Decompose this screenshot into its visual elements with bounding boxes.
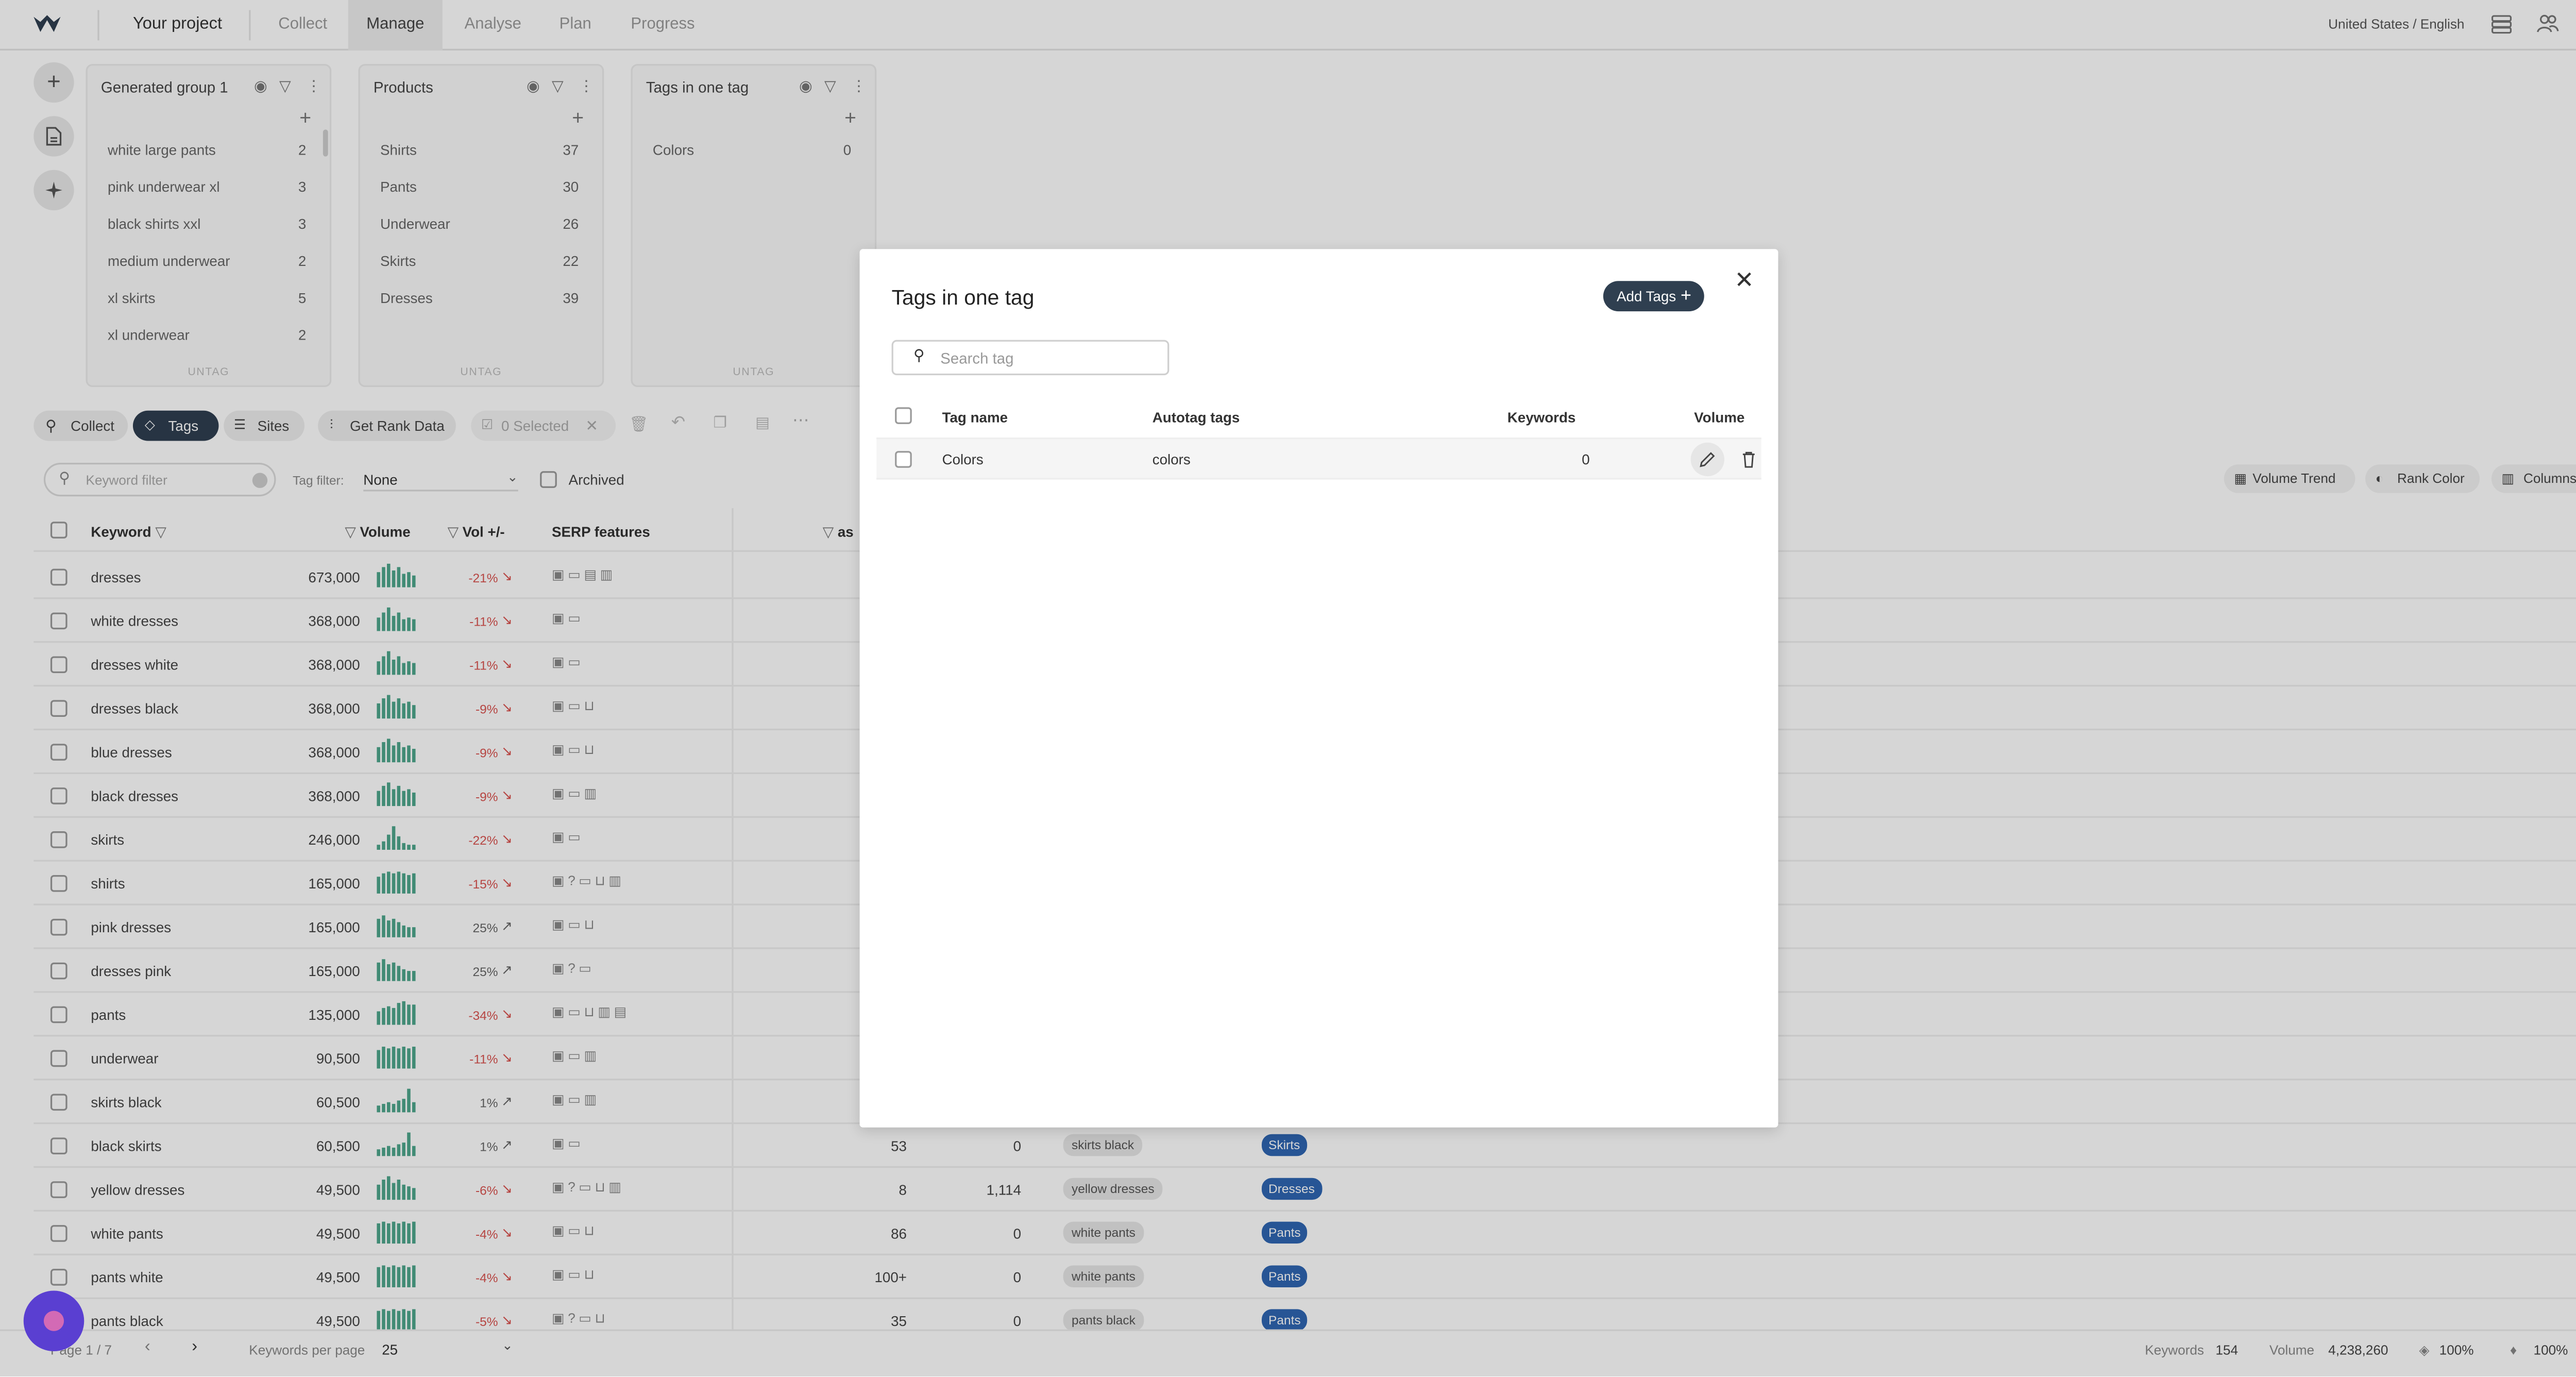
tag-row[interactable]: Colors colors 0 (876, 437, 1761, 480)
modal-title: Tags in one tag (891, 286, 1035, 310)
autotag-header[interactable]: Autotag tags (1153, 409, 1240, 426)
search-icon: ⚲ (913, 346, 925, 364)
select-all-tags-checkbox[interactable] (895, 407, 912, 424)
tag-row-checkbox[interactable] (895, 451, 912, 468)
search-tag-input[interactable]: ⚲ Search tag (891, 340, 1170, 376)
close-icon[interactable]: ✕ (1735, 266, 1754, 295)
add-tags-button[interactable]: Add Tags + (1603, 281, 1704, 312)
chat-icon (43, 1311, 64, 1331)
chat-widget-button[interactable] (23, 1290, 84, 1352)
plus-icon: + (1681, 286, 1692, 307)
keywords-cell: 0 (1582, 451, 1590, 468)
trash-icon[interactable] (1741, 451, 1756, 468)
volume-header[interactable]: Volume (1694, 409, 1744, 426)
autotag-cell: colors (1152, 451, 1191, 468)
tag-name-header[interactable]: Tag name (942, 409, 1008, 426)
keywords-header[interactable]: Keywords (1507, 409, 1576, 426)
add-tags-label: Add Tags (1616, 288, 1676, 305)
edit-tag-button[interactable] (1690, 442, 1724, 477)
search-tag-placeholder: Search tag (940, 350, 1014, 367)
tag-name-cell[interactable]: Colors (942, 451, 984, 468)
pencil-icon (1700, 452, 1715, 467)
tags-modal: Tags in one tag Add Tags + ✕ ⚲ Search ta… (859, 249, 1778, 1128)
